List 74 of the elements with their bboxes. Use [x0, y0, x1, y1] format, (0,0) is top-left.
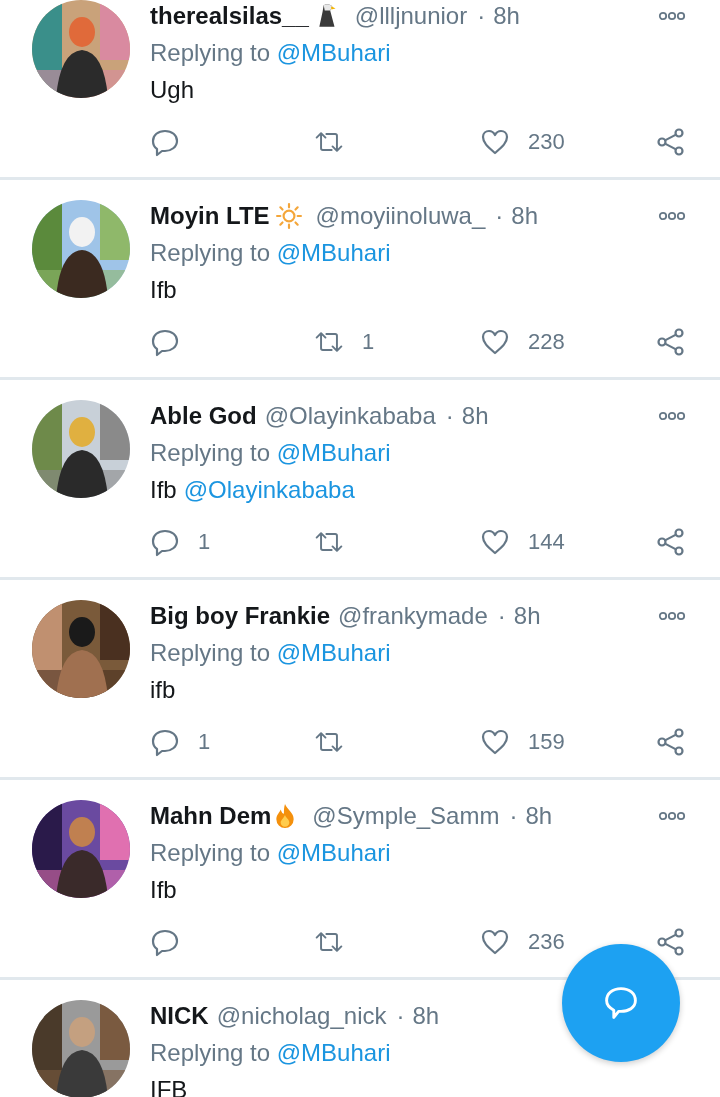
reply-icon[interactable] — [150, 727, 180, 757]
more-icon[interactable] — [658, 10, 686, 21]
mention-link[interactable]: @MBuhari — [276, 38, 391, 66]
like-count: 159 — [528, 729, 565, 755]
more-icon[interactable] — [658, 610, 686, 621]
reply-icon[interactable] — [150, 127, 180, 157]
user-handle[interactable]: @Symple_Samm — [312, 801, 500, 830]
separator-dot: · — [445, 401, 454, 430]
reply-text: Ifb — [150, 875, 177, 904]
share-icon[interactable] — [656, 727, 686, 757]
timestamp: 8h — [493, 1, 520, 30]
share-icon[interactable] — [656, 327, 686, 357]
share-icon[interactable] — [656, 527, 686, 557]
share-icon[interactable] — [656, 127, 686, 157]
share-icon[interactable] — [656, 927, 686, 957]
heart-icon[interactable] — [480, 727, 510, 757]
timestamp: 8h — [513, 601, 541, 630]
user-name[interactable]: Big boy Frankie — [150, 601, 331, 630]
reply-text: ifb — [150, 675, 176, 704]
heart-icon[interactable] — [480, 327, 510, 357]
user-name[interactable]: Able God — [150, 401, 257, 430]
replying-to-text: Replying to @MBuhari — [150, 638, 391, 667]
mention-link[interactable]: @MBuhari — [276, 238, 391, 266]
timestamp: 8h — [461, 401, 489, 430]
reply-count: 1 — [198, 729, 211, 755]
mention-link[interactable]: @MBuhari — [276, 438, 391, 466]
mention-link[interactable]: @MBuhari — [276, 638, 391, 666]
reply-count: 1 — [198, 529, 211, 555]
user-handle[interactable]: @frankymade — [338, 601, 488, 630]
timestamp: 8h — [525, 801, 553, 830]
user-name[interactable]: therealsilas__ — [150, 1, 309, 30]
reply-icon[interactable] — [150, 927, 180, 957]
timestamp: 8h — [511, 201, 539, 230]
like-count: 144 — [528, 529, 565, 555]
separator-dot: · — [495, 201, 504, 230]
reply-text: Ugh — [150, 75, 195, 104]
reply-text: IFB — [150, 1075, 188, 1097]
more-icon[interactable] — [658, 210, 686, 221]
reply-text: Ifb — [150, 275, 177, 304]
speech-bubble-icon — [603, 985, 639, 1021]
reply-icon[interactable] — [150, 527, 180, 557]
more-icon[interactable] — [658, 810, 686, 821]
heart-icon[interactable] — [480, 527, 510, 557]
mention-link[interactable]: @Olayinkababa — [183, 475, 355, 503]
user-name[interactable]: NICK — [150, 1001, 209, 1030]
user-handle[interactable]: @Olayinkababa — [264, 401, 436, 430]
user-handle[interactable]: @llljnunior — [354, 1, 468, 30]
like-count: 236 — [528, 929, 565, 955]
user-name[interactable]: Mahn Dem — [150, 801, 272, 830]
retweet-count: 1 — [362, 329, 375, 355]
like-count: 230 — [528, 129, 565, 155]
reply-icon[interactable] — [150, 327, 180, 357]
mention-link[interactable]: @MBuhari — [276, 1038, 391, 1066]
user-name[interactable]: Moyin LTE — [150, 201, 270, 230]
user-handle[interactable]: @nicholag_nick — [216, 1001, 387, 1030]
separator-dot: · — [396, 1001, 405, 1030]
replying-to-text: Replying to @MBuhari — [150, 438, 391, 467]
heart-icon[interactable] — [480, 927, 510, 957]
replying-to-text: Replying to @MBuhari — [150, 38, 391, 67]
replying-to-text: Replying to @MBuhari — [150, 1038, 391, 1067]
replying-to-text: Replying to @MBuhari — [150, 238, 391, 267]
user-handle[interactable]: @moyiinoluwa_ — [315, 201, 486, 230]
separator-dot: · — [509, 801, 518, 830]
mention-link[interactable]: @MBuhari — [276, 838, 391, 866]
separator-dot: · — [477, 1, 486, 30]
compose-button[interactable] — [562, 944, 680, 1062]
separator-dot: · — [497, 601, 506, 630]
timestamp: 8h — [412, 1001, 440, 1030]
heart-icon[interactable] — [480, 127, 510, 157]
sun-icon — [275, 202, 302, 229]
replying-to-text: Replying to @MBuhari — [150, 838, 391, 867]
more-icon[interactable] — [658, 410, 686, 421]
reply-text: Ifb @Olayinkababa — [150, 475, 355, 504]
like-count: 228 — [528, 329, 565, 355]
